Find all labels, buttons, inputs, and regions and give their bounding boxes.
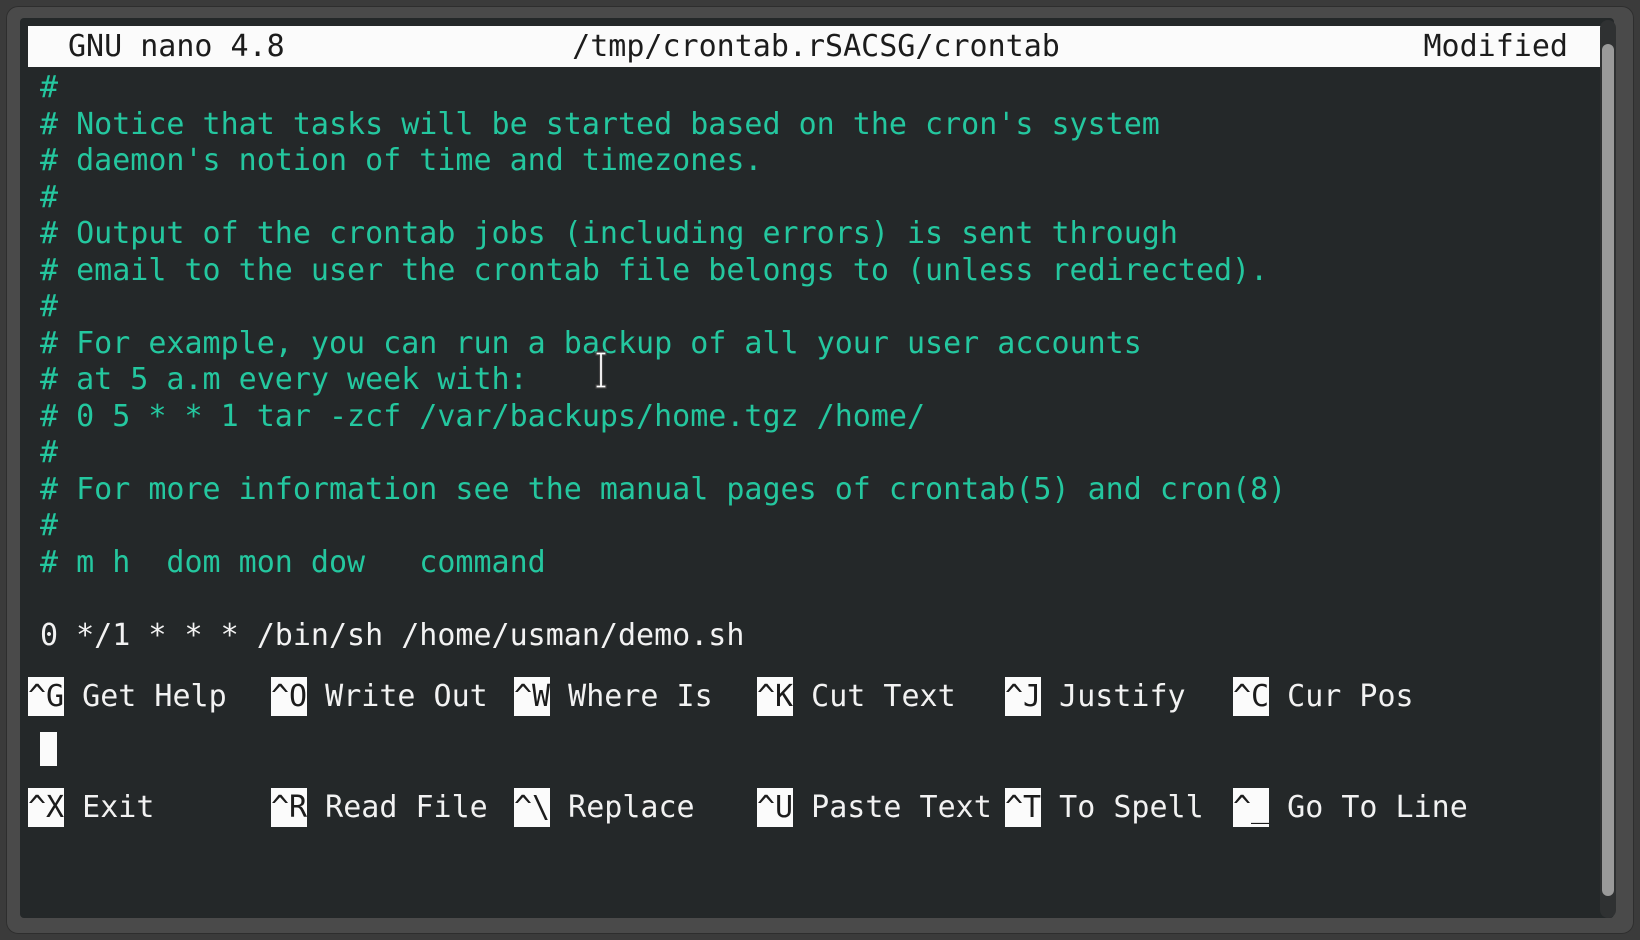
nano-modified-status: Modified xyxy=(1423,29,1569,64)
shortcut-key-badge: ^G xyxy=(28,677,65,716)
terminal-content-area[interactable]: GNU nano 4.8 /tmp/crontab.rSACSG/crontab… xyxy=(20,18,1614,918)
window-scrollbar-track[interactable] xyxy=(1600,20,1616,918)
editor-line: # xyxy=(40,289,59,324)
shortcut-key-badge: ^J xyxy=(1005,677,1042,716)
shortcut-key-badge: ^_ xyxy=(1233,788,1270,827)
shortcut-key-badge: ^C xyxy=(1233,677,1270,716)
shortcut-key-badge: ^K xyxy=(757,677,794,716)
shortcut-cur-pos[interactable]: ^C Cur Pos xyxy=(1233,677,1483,716)
shortcut-paste-text[interactable]: ^U Paste Text xyxy=(757,788,1005,827)
shortcut-label: Justify xyxy=(1041,679,1186,714)
shortcut-write-out[interactable]: ^O Write Out xyxy=(271,677,514,716)
nano-filename-label: /tmp/crontab.rSACSG/crontab xyxy=(572,29,1060,64)
editor-line: # For example, you can run a backup of a… xyxy=(40,325,1142,361)
terminal-window-frame: GNU nano 4.8 /tmp/crontab.rSACSG/crontab… xyxy=(6,6,1634,934)
shortcut-key-badge: ^O xyxy=(271,677,308,716)
shortcut-label: Get Help xyxy=(64,679,227,714)
shortcut-key-badge: ^\ xyxy=(514,788,551,827)
editor-line: # xyxy=(40,179,59,215)
shortcut-go-to-line[interactable]: ^_ Go To Line xyxy=(1233,788,1483,827)
editor-line: # 0 5 * * 1 tar -zcf /var/backups/home.t… xyxy=(40,398,926,434)
editor-line: # xyxy=(40,508,59,543)
shortcut-label: Replace xyxy=(550,790,695,825)
shortcut-exit[interactable]: ^X Exit xyxy=(28,788,271,827)
shortcut-label: Go To Line xyxy=(1269,790,1468,825)
shortcut-where-is[interactable]: ^W Where Is xyxy=(514,677,757,716)
shortcut-key-badge: ^X xyxy=(28,788,65,827)
shortcut-label: Cur Pos xyxy=(1269,679,1414,714)
shortcut-row-2: ^X Exit ^R Read File ^\ Replace ^U Paste Te… xyxy=(28,788,1604,827)
shortcut-row-1: ^G Get Help ^O Write Out ^W Where Is ^K Cut… xyxy=(28,677,1604,716)
editor-line: # Output of the crontab jobs (including … xyxy=(40,216,1178,251)
window-scrollbar-thumb[interactable] xyxy=(1602,44,1614,896)
shortcut-to-spell[interactable]: ^T To Spell xyxy=(1005,788,1233,827)
shortcut-read-file[interactable]: ^R Read File xyxy=(271,788,514,827)
shortcut-replace[interactable]: ^\ Replace xyxy=(514,788,757,827)
shortcut-key-badge: ^W xyxy=(514,677,551,716)
shortcut-cut-text[interactable]: ^K Cut Text xyxy=(757,677,1005,716)
shortcut-label: Write Out xyxy=(307,679,488,714)
editor-line: # xyxy=(40,435,59,470)
nano-title-bar: GNU nano 4.8 /tmp/crontab.rSACSG/crontab… xyxy=(28,26,1604,67)
shortcut-label: Read File xyxy=(307,790,488,825)
shortcut-key-badge: ^R xyxy=(271,788,308,827)
editor-line: # Notice that tasks will be started base… xyxy=(40,106,1160,142)
shortcut-label: Where Is xyxy=(550,679,713,714)
nano-shortcut-bar: ^G Get Help ^O Write Out ^W Where Is ^K Cut… xyxy=(28,604,1604,900)
editor-line: # m h dom mon dow command xyxy=(40,544,546,580)
shortcut-justify[interactable]: ^J Justify xyxy=(1005,677,1233,716)
shortcut-key-badge: ^U xyxy=(757,788,794,827)
editor-line: # xyxy=(40,70,59,105)
editor-line: # at 5 a.m every week with: xyxy=(40,362,528,397)
desktop-background: GNU nano 4.8 /tmp/crontab.rSACSG/crontab… xyxy=(0,0,1640,940)
shortcut-label: Paste Text xyxy=(793,790,992,825)
shortcut-get-help[interactable]: ^G Get Help xyxy=(28,677,271,716)
shortcut-label: To Spell xyxy=(1041,790,1204,825)
shortcut-label: Exit xyxy=(64,790,155,825)
editor-line: # email to the user the crontab file bel… xyxy=(40,252,1269,288)
editor-line: # daemon's notion of time and timezones. xyxy=(40,143,763,178)
nano-version-label: GNU nano 4.8 xyxy=(68,29,285,64)
editor-line: # For more information see the manual pa… xyxy=(40,471,1287,507)
shortcut-label: Cut Text xyxy=(793,679,956,714)
shortcut-key-badge: ^T xyxy=(1005,788,1042,827)
